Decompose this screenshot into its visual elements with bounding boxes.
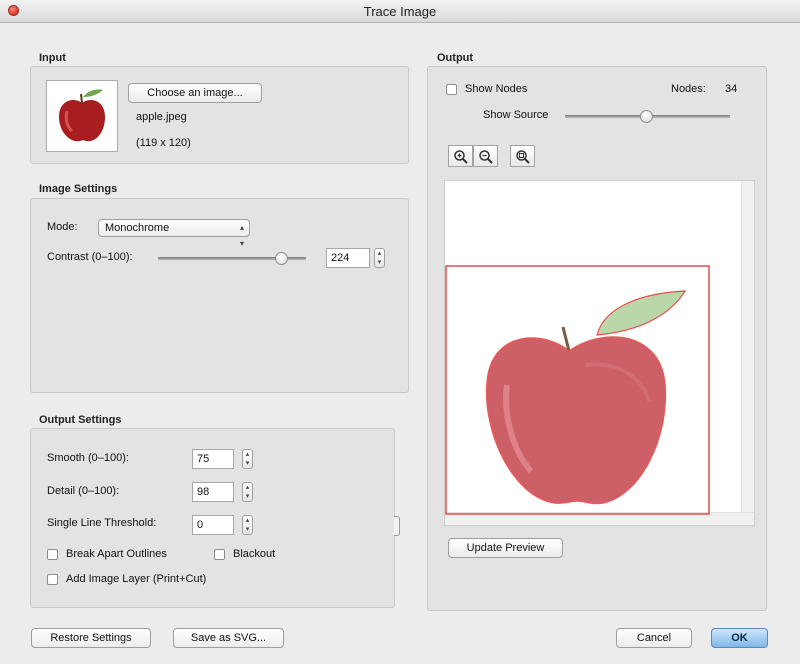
- threshold-label: Single Line Threshold:: [47, 517, 157, 529]
- input-thumbnail: [46, 80, 118, 152]
- preview-vertical-scrollbar[interactable]: [741, 181, 754, 525]
- threshold-field[interactable]: 0: [192, 515, 234, 535]
- blackout-checkbox[interactable]: [214, 549, 225, 560]
- contrast-field[interactable]: 224: [326, 248, 370, 268]
- contrast-slider-thumb[interactable]: [275, 252, 288, 265]
- update-preview-button[interactable]: Update Preview: [448, 538, 563, 558]
- restore-settings-button[interactable]: Restore Settings: [31, 628, 151, 648]
- zoom-in-button[interactable]: [448, 145, 473, 167]
- zoom-fit-button[interactable]: [510, 145, 535, 167]
- add-image-layer-checkbox[interactable]: [47, 574, 58, 585]
- output-settings-group: Smooth (0–100): 75 ▴ ▾ Detail (0–100): 98…: [30, 428, 395, 608]
- add-image-layer-label: Add Image Layer (Print+Cut): [66, 573, 207, 585]
- smooth-label: Smooth (0–100):: [47, 452, 129, 464]
- input-dimensions: (119 x 120): [136, 137, 191, 149]
- smooth-stepper[interactable]: ▴ ▾: [242, 449, 253, 469]
- image-settings-section-label: Image Settings: [39, 183, 118, 195]
- choose-image-button[interactable]: Choose an image...: [128, 83, 262, 103]
- preview-canvas[interactable]: [444, 180, 755, 526]
- zoom-fit-icon: [516, 150, 530, 164]
- output-group: Show Nodes Nodes: 34 Show Source Update …: [427, 66, 767, 611]
- image-settings-group: Mode: Monochrome ▴ ▾ Contrast (0–100): 22…: [30, 198, 409, 393]
- contrast-label: Contrast (0–100):: [47, 251, 133, 263]
- output-section-label: Output: [437, 52, 474, 64]
- save-as-svg-button[interactable]: Save as SVG...: [173, 628, 284, 648]
- input-section-label: Input: [39, 52, 66, 64]
- break-apart-label: Break Apart Outlines: [66, 548, 167, 560]
- mode-select-value: Monochrome: [105, 222, 170, 234]
- mode-select[interactable]: Monochrome ▴ ▾: [98, 219, 250, 248]
- show-source-slider-thumb[interactable]: [640, 110, 653, 123]
- break-apart-checkbox[interactable]: [47, 549, 58, 560]
- apple-thumbnail-image: [59, 89, 105, 142]
- contrast-stepper[interactable]: ▴ ▾: [374, 248, 385, 268]
- traced-apple-preview: [445, 265, 710, 515]
- detail-label: Detail (0–100):: [47, 485, 120, 497]
- show-source-label: Show Source: [483, 109, 549, 121]
- select-arrows-icon: ▴ ▾: [239, 223, 244, 248]
- cancel-button[interactable]: Cancel: [616, 628, 692, 648]
- zoom-out-icon: [479, 150, 493, 164]
- output-settings-section-label: Output Settings: [39, 414, 122, 426]
- window-title: Trace Image: [363, 4, 437, 19]
- show-nodes-checkbox[interactable]: [446, 84, 457, 95]
- nodes-count-value: 34: [725, 83, 738, 95]
- detail-stepper[interactable]: ▴ ▾: [242, 482, 253, 502]
- ok-button[interactable]: OK: [711, 628, 768, 648]
- title-bar: Trace Image: [0, 0, 800, 23]
- blackout-label: Blackout: [233, 548, 276, 560]
- zoom-out-button[interactable]: [473, 145, 498, 167]
- input-file-name: apple.jpeg: [136, 111, 187, 123]
- panel-splitter-handle[interactable]: [394, 516, 400, 536]
- zoom-in-icon: [454, 150, 468, 164]
- detail-field[interactable]: 98: [192, 482, 234, 502]
- threshold-stepper[interactable]: ▴ ▾: [242, 515, 253, 535]
- nodes-count-label: Nodes:: [671, 83, 706, 95]
- smooth-field[interactable]: 75: [192, 449, 234, 469]
- mode-label: Mode:: [47, 221, 78, 233]
- show-nodes-label: Show Nodes: [465, 83, 528, 95]
- input-group: Choose an image... apple.jpeg (119 x 120…: [30, 66, 409, 164]
